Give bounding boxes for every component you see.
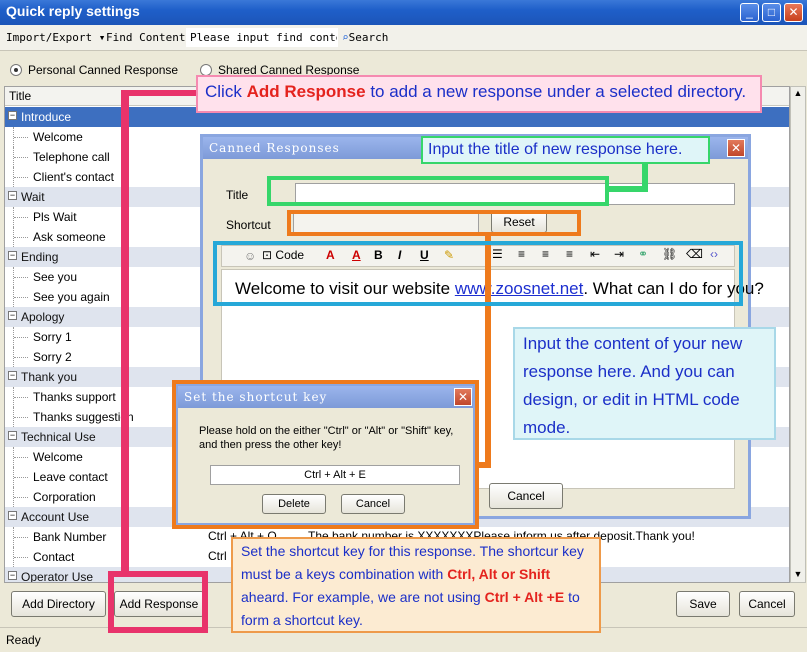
response-label: Leave contact xyxy=(33,470,108,484)
maximize-icon[interactable]: □ xyxy=(762,3,781,22)
collapse-toggle-icon[interactable]: − xyxy=(8,571,17,580)
content-hint-callout: Input the content of your new response h… xyxy=(513,327,776,440)
collapse-toggle-icon[interactable]: − xyxy=(8,251,17,260)
row-shortcut: Ctrl xyxy=(208,549,227,563)
pink-connector-top xyxy=(121,90,196,96)
directory-label: Technical Use xyxy=(21,430,96,444)
toolbar: Import/Export ▾ Find Content: Please inp… xyxy=(0,25,807,51)
response-label: Contact xyxy=(33,550,75,564)
save-button[interactable]: Save xyxy=(676,591,730,617)
title-hint-callout: Input the title of new response here. xyxy=(421,136,710,164)
minimize-icon[interactable]: _ xyxy=(740,3,759,22)
response-label: Thanks suggestion xyxy=(33,410,134,424)
title-label: Title xyxy=(226,188,249,202)
vertical-scrollbar[interactable]: ▲ ▼ xyxy=(790,86,806,583)
title-highlight xyxy=(267,176,609,206)
collapse-toggle-icon[interactable]: − xyxy=(8,431,17,440)
search-button[interactable]: ⌕Search xyxy=(342,31,388,44)
directory-label: Ending xyxy=(21,250,59,264)
find-content-label: Find Content: xyxy=(106,31,193,44)
collapse-toggle-icon[interactable]: − xyxy=(8,311,17,320)
add-directory-button[interactable]: Add Directory xyxy=(11,591,106,617)
add-response-highlight xyxy=(108,571,208,633)
add-response-callout: Click Add Response to add a new response… xyxy=(196,75,762,113)
personal-radio-label: Personal Canned Response xyxy=(28,63,179,77)
window-title-bar: Quick reply settings xyxy=(0,0,807,25)
editor-highlight xyxy=(213,241,743,306)
scroll-down-icon[interactable]: ▼ xyxy=(792,569,804,579)
window-title: Quick reply settings xyxy=(6,3,140,19)
directory-label: Thank you xyxy=(21,370,78,384)
cancel-button[interactable]: Cancel xyxy=(739,591,795,617)
response-label: Corporation xyxy=(33,490,96,504)
response-label: Sorry 1 xyxy=(33,330,72,344)
collapse-toggle-icon[interactable]: − xyxy=(8,371,17,380)
shortcut-dialog-highlight xyxy=(172,380,479,529)
green-connector-v xyxy=(642,160,648,192)
canned-dialog-close-icon[interactable]: ✕ xyxy=(727,139,745,157)
directory-label: Account Use xyxy=(21,510,90,524)
directory-label: Introduce xyxy=(21,110,72,124)
collapse-toggle-icon[interactable]: − xyxy=(8,191,17,200)
response-label: Pls Wait xyxy=(33,210,77,224)
response-label: Welcome xyxy=(33,450,83,464)
response-label: Telephone call xyxy=(33,150,110,164)
response-label: Ask someone xyxy=(33,230,106,244)
scroll-up-icon[interactable]: ▲ xyxy=(792,88,804,98)
search-icon: ⌕ xyxy=(342,31,349,44)
import-export-menu[interactable]: Import/Export ▾ xyxy=(6,31,105,44)
response-label: Thanks support xyxy=(33,390,116,404)
find-content-input[interactable]: Please input find conten xyxy=(186,28,338,47)
green-connector-h xyxy=(605,186,645,192)
response-label: See you again xyxy=(33,290,110,304)
canned-cancel-button[interactable]: Cancel xyxy=(489,483,563,509)
shortcut-highlight xyxy=(287,210,581,236)
shortcut-label: Shortcut xyxy=(226,218,271,232)
collapse-toggle-icon[interactable]: − xyxy=(8,511,17,520)
response-label: See you xyxy=(33,270,78,284)
collapse-toggle-icon[interactable]: − xyxy=(8,111,17,120)
response-label: Sorry 2 xyxy=(33,350,72,364)
directory-label: Operator Use xyxy=(21,570,94,583)
close-icon[interactable]: ✕ xyxy=(784,3,803,22)
directory-label: Apology xyxy=(21,310,65,324)
shortcut-hint-callout: Set the shortcut key for this response. … xyxy=(231,537,601,633)
directory-label: Wait xyxy=(21,190,45,204)
response-label: Bank Number xyxy=(33,530,107,544)
personal-radio[interactable] xyxy=(10,64,22,76)
response-label: Welcome xyxy=(33,130,83,144)
pink-connector-line xyxy=(121,90,129,571)
response-label: Client's contact xyxy=(33,170,114,184)
